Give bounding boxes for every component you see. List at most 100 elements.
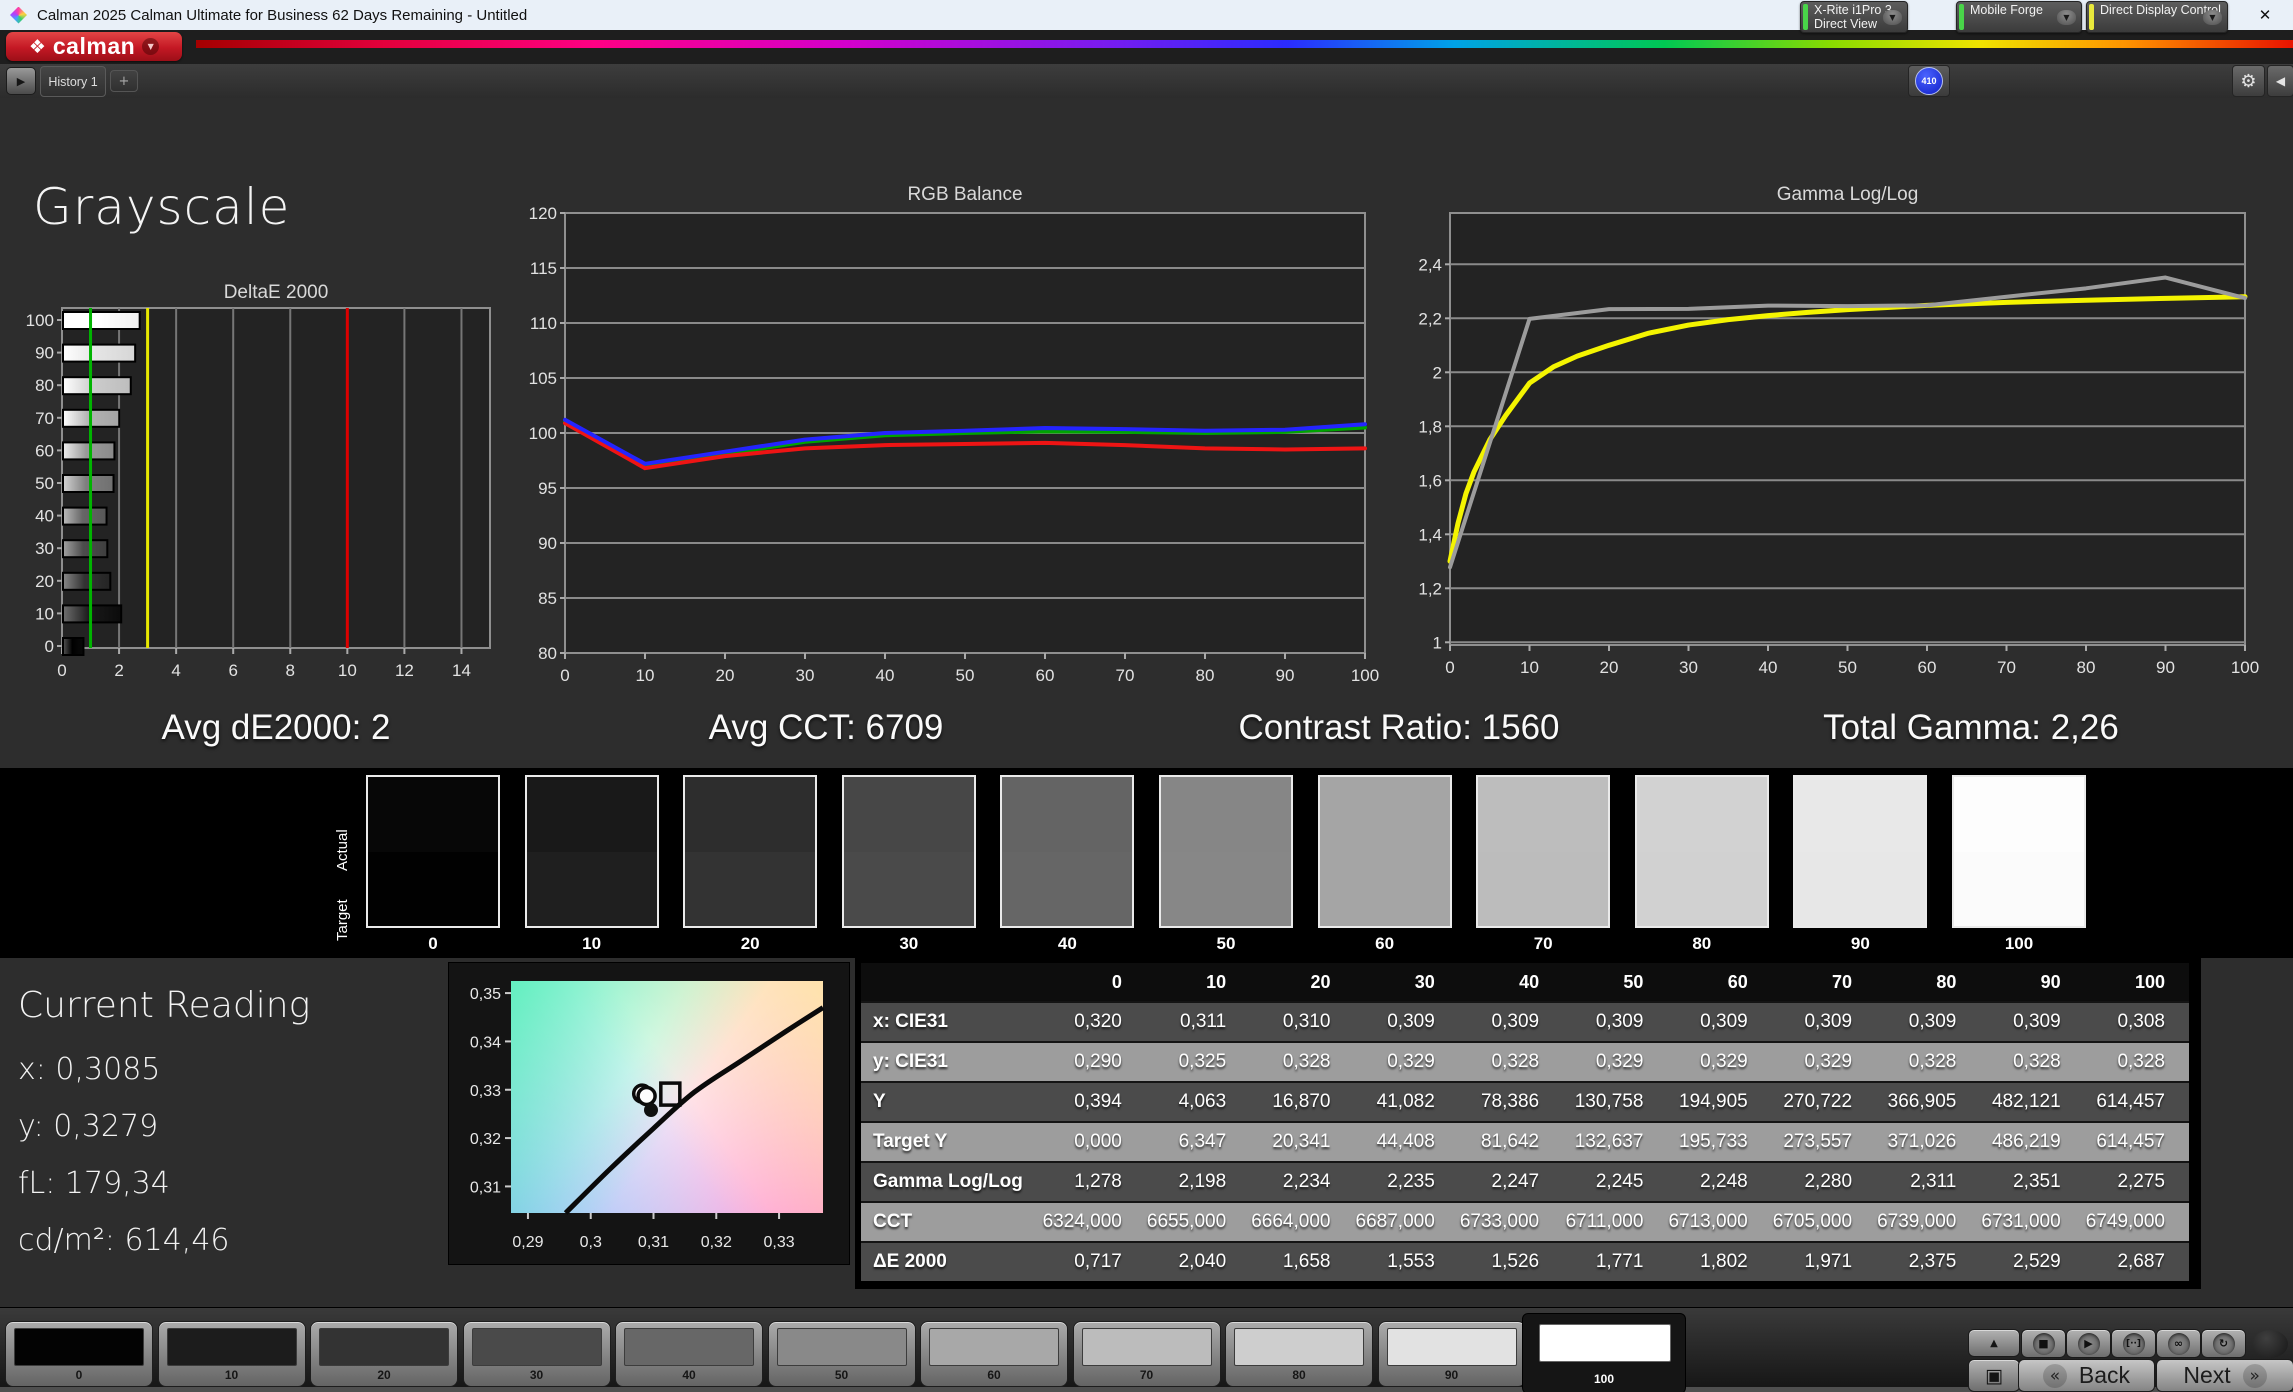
table-cell: 1,658 [1250, 1241, 1355, 1281]
grayscale-patch-60 [1317, 775, 1452, 928]
history-panel-toggle-button[interactable]: ▶ [6, 67, 36, 95]
table-cell: 2,375 [1876, 1241, 1981, 1281]
settings-button[interactable]: ⚙ [2232, 65, 2265, 97]
interval-icon: [··] [2125, 1338, 2142, 1349]
table-cell: 371,026 [1876, 1121, 1981, 1162]
refresh-button[interactable]: ↻ [2201, 1329, 2246, 1358]
actual-swatch [1161, 777, 1291, 852]
stat-total-gamma: Total Gamma: 2,26 [1823, 708, 2119, 747]
table-row: Y 0,394 4,063 16,870 41,082 78,386 130,758 194,… [861, 1081, 2189, 1122]
table-cell: 6739,000 [1876, 1201, 1981, 1242]
table-cell: 270,722 [1771, 1081, 1877, 1122]
column-header-80: 80 [1876, 963, 1981, 1002]
svg-text:0: 0 [57, 661, 66, 680]
table-cell: 132,637 [1563, 1121, 1668, 1162]
svg-text:0: 0 [45, 637, 54, 656]
table-cell: 2,245 [1563, 1161, 1668, 1202]
patch-swatch [1081, 1328, 1212, 1366]
patch-button-0[interactable]: 0 [5, 1321, 153, 1387]
table-row: ΔE 2000 0,717 2,040 1,658 1,553 1,526 1,771 1,8… [861, 1241, 2189, 1281]
logo-bar: ❖ calman ▼ [0, 30, 2293, 64]
svg-text:12: 12 [395, 661, 414, 680]
patch-button-50[interactable]: 50 [767, 1321, 916, 1387]
table-cell: 2,687 [2084, 1241, 2189, 1281]
svg-text:RGB Balance: RGB Balance [907, 184, 1022, 205]
add-tab-button[interactable]: + [110, 70, 138, 92]
up-arrow-icon: ▲ [1990, 1337, 1998, 1349]
continuous-read-button[interactable]: ∞ [2156, 1329, 2201, 1358]
svg-text:60: 60 [1918, 658, 1937, 677]
table-cell: 0,328 [1250, 1041, 1355, 1082]
next-button[interactable]: Next » [2156, 1359, 2293, 1392]
meter-status-badge[interactable]: 410 [1915, 67, 1943, 95]
table-cell: 78,386 [1458, 1081, 1564, 1122]
patch-swatch [319, 1328, 449, 1366]
chevron-down-icon: ▼ [2203, 10, 2222, 25]
svg-text:20: 20 [1600, 658, 1619, 677]
svg-text:30: 30 [1679, 658, 1698, 677]
table-cell: 2,280 [1771, 1161, 1877, 1202]
svg-text:1,4: 1,4 [1418, 525, 1442, 544]
patch-button-70[interactable]: 70 [1072, 1321, 1221, 1387]
svg-text:80: 80 [2077, 658, 2096, 677]
patch-button-10[interactable]: 10 [157, 1321, 306, 1387]
actual-swatch [526, 777, 657, 852]
target-swatch [1478, 851, 1609, 926]
patch-button-40[interactable]: 40 [615, 1321, 763, 1387]
svg-text:85: 85 [538, 589, 557, 608]
cie-chromaticity-chart: 0,31 0,32 0,33 0,34 0,35 0,29 0,3 0,31 0,32 0,33 [448, 962, 850, 1265]
grayscale-patch-40 [1000, 775, 1135, 928]
rainbow-gradient-bar [196, 40, 2293, 48]
play-button[interactable]: ▶ [2066, 1329, 2111, 1358]
patch-button-80[interactable]: 80 [1225, 1321, 1373, 1387]
svg-text:40: 40 [1759, 658, 1778, 677]
patch-button-60[interactable]: 60 [920, 1321, 1068, 1387]
patch-button-100[interactable]: 100 [1522, 1313, 1686, 1392]
svg-text:100: 100 [2231, 658, 2259, 677]
reading-y: y: 0,3279 [18, 1109, 159, 1144]
collapse-toolbar-button[interactable]: ◀ [2267, 65, 2293, 97]
patch-swatch [166, 1328, 297, 1366]
chevrons-right-icon: » [2242, 1363, 2267, 1388]
svg-text:100: 100 [529, 424, 557, 443]
table-cell: 1,771 [1563, 1241, 1668, 1281]
table-cell: 0,329 [1563, 1041, 1668, 1082]
calman-menu-button[interactable]: ❖ calman ▼ [6, 32, 182, 61]
target-swatch [1795, 851, 1926, 926]
svg-text:80: 80 [35, 376, 54, 395]
patch-button-90[interactable]: 90 [1377, 1321, 1526, 1387]
slide-up-button[interactable]: ▲ [1968, 1329, 2020, 1357]
svg-text:6: 6 [228, 661, 237, 680]
stop-button[interactable]: ■ [2021, 1329, 2066, 1358]
reading-fl: fL: 179,34 [18, 1166, 170, 1201]
table-cell: 6655,000 [1145, 1201, 1251, 1242]
grayscale-patch-70 [1476, 775, 1611, 928]
patch-button-label: 80 [1292, 1368, 1306, 1382]
grayscale-patch-90 [1793, 775, 1928, 928]
table-cell: 0,325 [1145, 1041, 1251, 1082]
grayscale-swatch-strip: Actual Target 0 10 20 30 40 50 60 70 80 … [0, 768, 2293, 958]
table-cell: 6749,000 [2084, 1201, 2189, 1242]
display-control-dropdown[interactable]: Direct Display Control ▼ [2086, 1, 2228, 33]
close-button[interactable]: ✕ [2237, 0, 2293, 30]
table-cell: 4,063 [1145, 1081, 1251, 1122]
table-cell: 6324,000 [1041, 1201, 1146, 1242]
table-cell: 0,329 [1667, 1041, 1772, 1082]
grayscale-patch-30 [841, 775, 976, 928]
plus-icon: + [118, 73, 130, 89]
source-dropdown[interactable]: Mobile Forge ▼ [1956, 1, 2082, 33]
svg-text:0,33: 0,33 [763, 1234, 794, 1251]
interval-read-button[interactable]: [··] [2111, 1329, 2156, 1358]
table-cell: 6687,000 [1354, 1201, 1459, 1242]
patch-button-20[interactable]: 20 [310, 1321, 458, 1387]
tab-label: History 1 [48, 74, 98, 89]
table-cell: 273,557 [1771, 1121, 1877, 1162]
patch-button-30[interactable]: 30 [462, 1321, 611, 1387]
patch-window-button[interactable]: ▣ [1968, 1359, 2020, 1392]
table-cell: 0,329 [1354, 1041, 1459, 1082]
back-button[interactable]: « Back [2018, 1359, 2155, 1392]
tab-history-1[interactable]: History 1 [40, 66, 106, 97]
target-swatch [1636, 851, 1767, 926]
meter-dropdown[interactable]: X-Rite i1Pro 3 Direct View ▼ [1800, 1, 1908, 33]
svg-text:0,31: 0,31 [470, 1179, 501, 1196]
